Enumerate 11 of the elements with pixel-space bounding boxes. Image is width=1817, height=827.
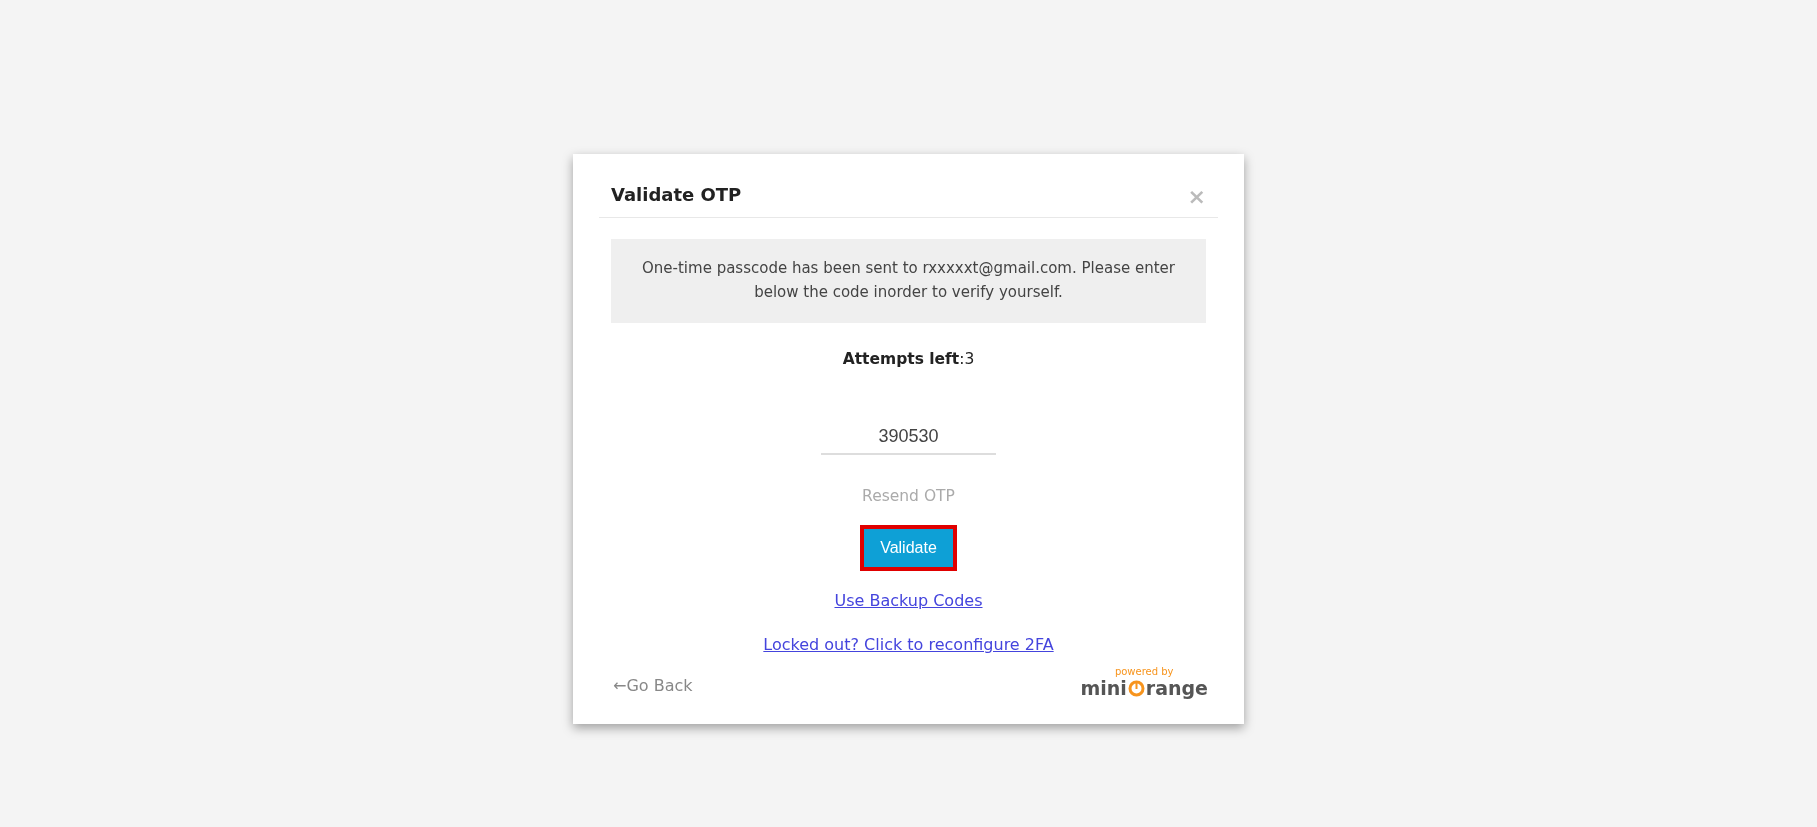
power-ring-icon bbox=[1127, 679, 1145, 697]
logo-text: range bbox=[1145, 677, 1208, 699]
logo-text: mini bbox=[1080, 677, 1127, 699]
close-button[interactable]: × bbox=[1183, 162, 1210, 209]
info-message: One-time passcode has been sent to rxxxxxt@gmail.com. Please enter below the code inorder to verify yourself. bbox=[611, 239, 1206, 323]
text-link[interactable]: Locked out? Click to reconfigure 2FA bbox=[763, 635, 1054, 654]
go-back-link[interactable]: ←Go Back bbox=[613, 676, 693, 699]
text-link[interactable]: Use Backup Codes bbox=[834, 591, 983, 610]
dialog-title: Validate OTP bbox=[611, 183, 742, 205]
attempts-left-text: Attempts left:3 bbox=[842, 350, 975, 368]
logo-tagline: powered by bbox=[1114, 666, 1174, 677]
